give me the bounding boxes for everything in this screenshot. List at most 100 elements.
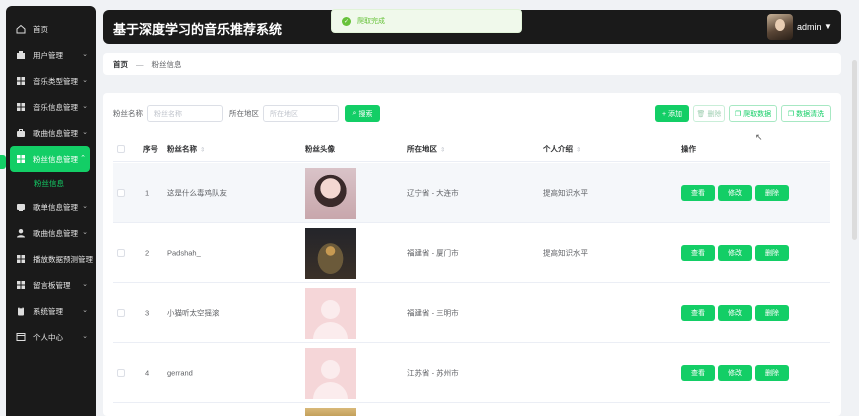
fan-avatar-image	[305, 228, 356, 279]
success-toast: ✓ 爬取完成	[331, 9, 522, 33]
sidebar-item-4[interactable]: 歌曲信息管理 ⌄	[6, 120, 96, 146]
chevron-icon: ⌄	[82, 229, 88, 236]
delete-row-button[interactable]: 删除	[755, 364, 789, 381]
chevron-icon: ⌄	[82, 129, 88, 136]
chevron-icon: ⌄	[82, 203, 88, 210]
table-row[interactable]: 3 小猫听太空摇滚 福建省 - 三明市 查看 修改 删除	[113, 283, 830, 343]
grid-icon	[16, 154, 26, 164]
view-button[interactable]: 查看	[681, 184, 715, 201]
select-all-checkbox[interactable]	[117, 144, 125, 153]
breadcrumb-current: 粉丝信息	[151, 59, 182, 69]
table-row[interactable]: 4 gerrand 江苏省 - 苏州市 查看 修改 删除	[113, 343, 830, 403]
sidebar-item-label: 播放数据预测管理	[33, 254, 93, 264]
row-checkbox[interactable]	[117, 308, 125, 317]
page-scrollbar[interactable]	[852, 60, 857, 240]
sidebar-subitem-fans[interactable]: 粉丝信息	[6, 172, 96, 194]
sidebar-item-1[interactable]: 用户管理 ⌄	[6, 42, 96, 68]
sidebar-item-label: 音乐信息管理	[33, 102, 78, 112]
fan-name: 小猫听太空摇滚	[167, 308, 220, 317]
sidebar-item-8[interactable]: 播放数据预测管理	[6, 246, 96, 272]
edit-button[interactable]: 修改	[718, 184, 752, 201]
delete-row-button[interactable]: 删除	[755, 184, 789, 201]
region-label: 所在地区	[229, 109, 259, 118]
fan-avatar-image	[305, 168, 356, 219]
row-actions: 查看 修改 删除	[681, 184, 792, 201]
default-avatar-icon	[305, 288, 356, 339]
sort-icon: ⇕	[576, 147, 582, 153]
delete-button[interactable]: 🗑 删除	[693, 105, 725, 122]
sidebar-item-10[interactable]: 系统管理 ⌄	[6, 298, 96, 324]
sidebar-item-label: 歌曲信息管理	[33, 128, 78, 138]
username[interactable]: admin	[797, 22, 822, 32]
edit-button[interactable]: 修改	[718, 364, 752, 381]
breadcrumb-home[interactable]: 首页	[113, 59, 128, 70]
sidebar: 首页 用户管理 ⌄ 音乐类型管理 ⌄ 音乐信息管理 ⌄ 歌曲信息管理 ⌄ 粉丝信息管理 ⌃ 粉丝信息歌…	[6, 6, 96, 416]
chevron-icon: ⌃	[80, 155, 86, 162]
user-avatar[interactable]	[767, 14, 793, 40]
sidebar-item-3[interactable]: 音乐信息管理 ⌄	[6, 94, 96, 120]
fan-region: 江苏省 - 苏州市	[407, 368, 459, 377]
clean-data-button[interactable]: ❐ 数据清洗	[781, 105, 831, 122]
row-index: 4	[145, 368, 150, 377]
grid-icon	[16, 102, 26, 112]
sidebar-item-6[interactable]: 歌单信息管理 ⌄	[6, 194, 96, 220]
col-region[interactable]: 所在地区 ⇕	[407, 143, 445, 154]
sidebar-item-label: 个人中心	[33, 332, 63, 342]
sidebar-item-label: 系统管理	[33, 306, 63, 316]
app-title: 基于深度学习的音乐推荐系统	[113, 22, 283, 37]
sidebar-item-label: 用户管理	[33, 50, 63, 60]
view-button[interactable]: 查看	[681, 244, 715, 261]
add-button[interactable]: + 添加	[655, 105, 689, 122]
row-actions: 查看 修改 删除	[681, 244, 792, 261]
table-row[interactable]: 2 Padshah_ 福建省 - 厦门市 提高知识水平 查看 修改 删除	[113, 223, 830, 283]
delete-row-button[interactable]: 删除	[755, 244, 789, 261]
trash-icon: 🗑	[696, 110, 706, 118]
fan-name-input[interactable]: 粉丝名称	[147, 105, 223, 122]
view-button[interactable]: 查看	[681, 364, 715, 381]
crawl-data-button[interactable]: ❐ 爬取数据	[729, 105, 777, 122]
row-actions: 查看 修改 删除	[681, 304, 792, 321]
row-checkbox[interactable]	[117, 248, 125, 257]
copy-icon: ❐	[787, 110, 795, 118]
chevron-icon: ⌄	[82, 307, 88, 314]
fan-region: 辽宁省 - 大连市	[407, 188, 459, 197]
row-checkbox[interactable]	[117, 368, 125, 377]
sort-icon: ⇕	[440, 147, 446, 153]
sidebar-item-7[interactable]: 歌曲信息管理 ⌄	[6, 220, 96, 246]
fan-avatar-image	[305, 408, 356, 416]
view-button[interactable]: 查看	[681, 304, 715, 321]
sidebar-item-9[interactable]: 留言板管理 ⌄	[6, 272, 96, 298]
home-icon	[16, 24, 26, 34]
chevron-icon: ⌄	[82, 281, 88, 288]
search-button[interactable]: ⌕ 搜索	[345, 105, 380, 122]
fan-name: 这是什么毒鸡队友	[167, 188, 227, 197]
toolbar: + 添加 🗑 删除 ❐ 爬取数据 ❐ 数据清洗	[655, 105, 831, 122]
region-input[interactable]: 所在地区	[263, 105, 339, 122]
disk-icon	[16, 202, 26, 212]
sidebar-item-5[interactable]: 粉丝信息管理 ⌃	[10, 146, 90, 172]
table-row[interactable]: 1 这是什么毒鸡队友 辽宁省 - 大连市 提高知识水平 查看 修改 删除	[113, 163, 830, 223]
sidebar-item-label: 首页	[33, 24, 48, 34]
col-intro[interactable]: 个人介绍 ⇕	[543, 143, 581, 154]
row-checkbox[interactable]	[117, 188, 125, 197]
delete-row-button[interactable]: 删除	[755, 304, 789, 321]
row-index: 3	[145, 308, 150, 317]
chevron-down-icon[interactable]: ▼	[824, 22, 832, 31]
fan-name-label: 粉丝名称	[113, 109, 143, 118]
sidebar-item-11[interactable]: 个人中心 ⌄	[6, 324, 96, 350]
grid-icon	[16, 254, 26, 264]
sidebar-item-2[interactable]: 音乐类型管理 ⌄	[6, 68, 96, 94]
col-avatar: 粉丝头像	[305, 144, 335, 153]
sidebar-item-0[interactable]: 首页	[6, 16, 96, 42]
edit-button[interactable]: 修改	[718, 244, 752, 261]
mouse-cursor-icon: ↖	[755, 132, 763, 142]
col-ops: 操作	[681, 144, 696, 153]
sidebar-item-label: 歌曲信息管理	[33, 228, 78, 238]
fan-region: 福建省 - 厦门市	[407, 248, 459, 257]
col-name[interactable]: 粉丝名称 ⇕	[167, 143, 205, 154]
chevron-icon: ⌄	[82, 51, 88, 58]
breadcrumb: 首页 — 粉丝信息	[103, 53, 841, 75]
person-icon	[16, 228, 26, 238]
fan-region: 福建省 - 三明市	[407, 308, 459, 317]
edit-button[interactable]: 修改	[718, 304, 752, 321]
